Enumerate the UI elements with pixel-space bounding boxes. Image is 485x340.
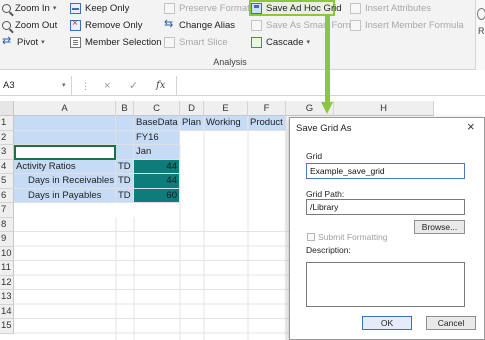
- cascade-label: Cascade: [266, 36, 304, 48]
- row-header-13[interactable]: 13: [0, 290, 14, 305]
- preserve-format-icon: [164, 2, 175, 14]
- insert-attributes-label: Insert Attributes: [365, 2, 432, 14]
- enter-icon[interactable]: ✓: [129, 76, 138, 96]
- member-selection-button[interactable]: Member Selection: [70, 34, 162, 50]
- remove-only-button[interactable]: Remove Only: [70, 17, 143, 33]
- row-header-12[interactable]: 12: [0, 275, 14, 290]
- grid-label: Grid: [306, 151, 323, 161]
- zoom-in-label: Zoom In: [15, 2, 50, 14]
- smart-form-icon: [251, 19, 262, 31]
- col-header-c[interactable]: C: [134, 101, 180, 116]
- save-ad-hoc-grid-button[interactable]: Save Ad Hoc Grid: [251, 0, 342, 16]
- col-header-d[interactable]: D: [180, 101, 204, 116]
- save-ad-hoc-grid-label: Save Ad Hoc Grid: [266, 2, 342, 14]
- save-as-smart-form-button[interactable]: Save As Smart Form: [251, 17, 354, 33]
- remove-only-icon: [70, 18, 81, 31]
- chevron-down-icon: ▾: [41, 39, 45, 46]
- preserve-format-label: Preserve Format: [179, 2, 250, 14]
- row-header-15[interactable]: 15: [0, 319, 14, 334]
- function-icon[interactable]: fx: [156, 76, 165, 96]
- grid-path-input[interactable]: [306, 199, 465, 215]
- row-header-1[interactable]: 1: [0, 116, 14, 131]
- row-header-5[interactable]: 5: [0, 174, 14, 189]
- row-header-4[interactable]: 4: [0, 159, 14, 174]
- callout-connector: [325, 16, 330, 104]
- select-all-corner[interactable]: [0, 101, 14, 116]
- submit-formatting-checkbox[interactable]: [307, 233, 315, 241]
- chevron-down-icon: ▾: [306, 39, 311, 46]
- cancel-icon[interactable]: ×: [104, 76, 110, 96]
- pivot-icon: [2, 34, 13, 48]
- description-label: Description:: [306, 245, 351, 255]
- row-header-7[interactable]: 7: [0, 203, 14, 218]
- col-header-e[interactable]: E: [204, 101, 248, 116]
- save-as-smart-form-label: Save As Smart Form: [266, 19, 354, 31]
- save-grid-as-dialog: Save Grid As × Grid Grid Path: Browse...…: [289, 117, 485, 340]
- chevron-down-icon: ▾: [52, 5, 57, 12]
- pivot-label: Pivot: [17, 36, 39, 48]
- dialog-title: Save Grid As: [296, 123, 352, 134]
- browse-button[interactable]: Browse...: [414, 220, 465, 234]
- magnifier-icon: [2, 20, 11, 30]
- refresh-icon: [477, 8, 485, 20]
- change-alias-icon: [164, 17, 175, 31]
- smart-slice-icon: [164, 36, 175, 48]
- cancel-button[interactable]: Cancel: [426, 316, 476, 330]
- keep-only-label: Keep Only: [85, 2, 130, 14]
- col-header-a[interactable]: A: [14, 101, 116, 116]
- keep-only-button[interactable]: Keep Only: [70, 0, 129, 16]
- pivot-button[interactable]: Pivot ▾: [2, 34, 45, 50]
- zoom-in-button[interactable]: Zoom In ▾: [2, 0, 56, 16]
- col-header-b[interactable]: B: [116, 101, 134, 116]
- description-textarea[interactable]: [306, 262, 465, 307]
- row-header-9[interactable]: 9: [0, 232, 14, 247]
- analysis-group-label: Analysis: [213, 57, 247, 67]
- keep-only-icon: [70, 2, 81, 14]
- arrow-down-icon: [321, 102, 333, 114]
- formula-input[interactable]: [176, 76, 485, 96]
- cascade-button[interactable]: Cascade ▾: [251, 34, 310, 50]
- row-header-14[interactable]: 14: [0, 304, 14, 319]
- insert-attributes-button[interactable]: Insert Attributes: [350, 0, 431, 16]
- remove-only-label: Remove Only: [85, 19, 143, 31]
- row-header-10[interactable]: 10: [0, 246, 14, 261]
- row-header-8[interactable]: 8: [0, 217, 14, 232]
- member-selection-label: Member Selection: [85, 36, 162, 48]
- ribbon-edge-button[interactable]: Re: [475, 0, 485, 70]
- insert-member-formula-label: Insert Member Formula: [365, 19, 464, 31]
- insert-member-formula-icon: [350, 19, 361, 31]
- zoom-out-label: Zoom Out: [15, 19, 58, 31]
- submit-formatting-label: Submit Formatting: [318, 232, 388, 242]
- magnifier-icon: [2, 3, 11, 13]
- ok-button[interactable]: OK: [362, 316, 412, 330]
- smart-slice-button[interactable]: Smart Slice: [164, 34, 228, 50]
- insert-attributes-icon: [350, 2, 361, 14]
- formula-bar: A3 ▾ ⋮ × ✓ fx: [0, 76, 485, 96]
- save-grid-icon: [251, 2, 262, 14]
- row-header-6[interactable]: 6: [0, 188, 14, 203]
- change-alias-label: Change Alias: [179, 19, 235, 31]
- close-icon[interactable]: ×: [467, 119, 475, 134]
- grid-path-label: Grid Path:: [306, 189, 345, 199]
- ribbon-edge-label: Re: [478, 26, 485, 36]
- zoom-out-button[interactable]: Zoom Out: [2, 17, 57, 33]
- row-header-2[interactable]: 2: [0, 130, 14, 145]
- more-dots-icon: ⋮: [81, 81, 90, 91]
- smart-slice-label: Smart Slice: [179, 36, 228, 48]
- preserve-format-button[interactable]: Preserve Format: [164, 0, 250, 16]
- insert-member-formula-button[interactable]: Insert Member Formula: [350, 17, 464, 33]
- col-header-f[interactable]: F: [248, 101, 286, 116]
- grid-name-input[interactable]: [306, 163, 465, 179]
- row-header-3[interactable]: 3: [0, 145, 14, 160]
- row-header-11[interactable]: 11: [0, 261, 14, 276]
- member-selection-icon: [70, 36, 81, 48]
- change-alias-button[interactable]: Change Alias: [164, 17, 235, 33]
- col-header-h[interactable]: H: [334, 101, 434, 116]
- ribbon: Zoom In ▾ Zoom Out Pivot ▾ Keep Only Rem…: [0, 0, 485, 70]
- cascade-icon: [251, 36, 262, 48]
- chevron-down-icon[interactable]: ▾: [62, 76, 66, 96]
- name-box-value: A3: [3, 80, 15, 91]
